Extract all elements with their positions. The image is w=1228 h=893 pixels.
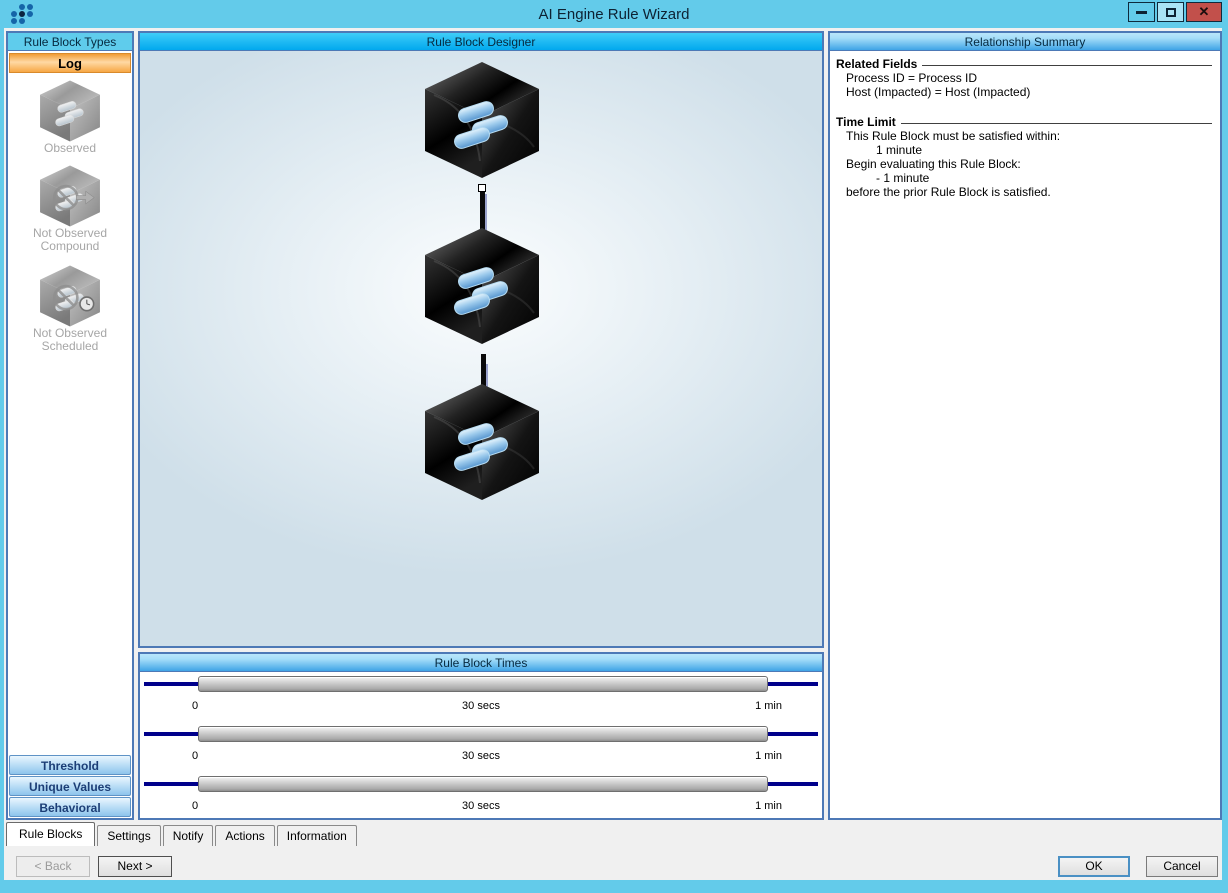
window-border-bottom bbox=[0, 880, 1228, 893]
rule-block-times-body: 0 30 secs 1 min 0 30 secs 1 min 0 30 sec… bbox=[140, 672, 822, 818]
relationship-summary-panel: Relationship Summary Related Fields Proc… bbox=[828, 31, 1222, 820]
section-divider bbox=[922, 65, 1212, 66]
slider-2-mid-label: 30 secs bbox=[140, 750, 822, 762]
back-button[interactable]: < Back bbox=[16, 856, 90, 877]
rule-block-type-not-observed-compound[interactable]: Not Observed Compound bbox=[33, 165, 107, 253]
rule-block-times-panel: Rule Block Times 0 30 secs 1 min 0 30 se… bbox=[138, 652, 824, 820]
slider-range-3[interactable] bbox=[198, 776, 768, 792]
relationship-summary-header: Relationship Summary bbox=[830, 33, 1220, 51]
close-button[interactable]: ✕ bbox=[1186, 2, 1222, 22]
slider-range-1[interactable] bbox=[198, 676, 768, 692]
category-unique-values-button[interactable]: Unique Values bbox=[9, 776, 131, 796]
clock-icon bbox=[80, 297, 94, 311]
time-limit-line: Begin evaluating this Rule Block: bbox=[836, 158, 1214, 171]
next-button[interactable]: Next > bbox=[98, 856, 172, 877]
slider-range-2[interactable] bbox=[198, 726, 768, 742]
rule-block-times-header: Rule Block Times bbox=[140, 654, 822, 672]
maximize-button[interactable] bbox=[1157, 2, 1184, 22]
time-limit-line: 1 minute bbox=[836, 144, 1214, 157]
rule-block-types-header: Rule Block Types bbox=[8, 33, 132, 51]
observed-cube-icon bbox=[38, 80, 102, 142]
minimize-button[interactable] bbox=[1128, 2, 1155, 22]
window-border-left bbox=[0, 28, 4, 880]
tab-information[interactable]: Information bbox=[277, 825, 357, 846]
minimize-icon bbox=[1136, 11, 1147, 14]
related-field-line: Process ID = Process ID bbox=[836, 72, 1214, 85]
maximize-icon bbox=[1166, 8, 1176, 17]
title-bar: AI Engine Rule Wizard ✕ bbox=[0, 0, 1228, 28]
category-buttons: Threshold Unique Values Behavioral bbox=[8, 754, 132, 818]
time-limit-title: Time Limit bbox=[836, 115, 896, 129]
time-limit-line: before the prior Rule Block is satisfied… bbox=[836, 186, 1214, 199]
rule-block-type-list: Observed Not Observed Compound Not Obser… bbox=[8, 75, 132, 353]
ok-button[interactable]: OK bbox=[1058, 856, 1130, 877]
rule-block-type-label2: Compound bbox=[41, 240, 100, 253]
related-field-line: Host (Impacted) = Host (Impacted) bbox=[836, 86, 1214, 99]
category-threshold-button[interactable]: Threshold bbox=[9, 755, 131, 775]
time-limit-line: - 1 minute bbox=[836, 172, 1214, 185]
slider-3-max-label: 1 min bbox=[755, 800, 782, 812]
relationship-summary-body: Related Fields Process ID = Process ID H… bbox=[830, 51, 1220, 204]
slider-1-mid-label: 30 secs bbox=[140, 700, 822, 712]
tab-notify[interactable]: Notify bbox=[163, 825, 214, 846]
rule-block-1[interactable] bbox=[422, 61, 542, 179]
rule-block-type-label: Observed bbox=[44, 142, 96, 155]
cancel-button[interactable]: Cancel bbox=[1146, 856, 1218, 877]
tab-actions[interactable]: Actions bbox=[215, 825, 274, 846]
window-border-right bbox=[1222, 28, 1228, 880]
tab-rule-blocks[interactable]: Rule Blocks bbox=[6, 822, 95, 846]
rule-block-type-observed[interactable]: Observed bbox=[38, 80, 102, 155]
not-observed-scheduled-icon bbox=[38, 265, 102, 327]
tab-settings[interactable]: Settings bbox=[97, 825, 160, 846]
close-icon: ✕ bbox=[1199, 4, 1210, 20]
rule-block-types-panel: Rule Block Types Log Observed Not Observ… bbox=[6, 31, 134, 820]
category-behavioral-button[interactable]: Behavioral bbox=[9, 797, 131, 817]
rule-block-2[interactable] bbox=[422, 227, 542, 345]
rule-block-designer-panel: Rule Block Designer bbox=[138, 31, 824, 648]
time-limit-line: This Rule Block must be satisfied within… bbox=[836, 130, 1214, 143]
connector-handle-top[interactable] bbox=[478, 184, 486, 192]
wizard-tab-strip: Rule Blocks Settings Notify Actions Info… bbox=[6, 822, 357, 846]
not-observed-compound-icon bbox=[38, 165, 102, 227]
designer-canvas[interactable] bbox=[140, 51, 822, 646]
related-fields-title: Related Fields bbox=[836, 57, 917, 71]
category-log-button[interactable]: Log bbox=[9, 53, 131, 73]
window-title: AI Engine Rule Wizard bbox=[0, 6, 1228, 23]
rule-block-designer-header: Rule Block Designer bbox=[140, 33, 822, 51]
section-divider bbox=[901, 123, 1212, 124]
rule-block-type-label2: Scheduled bbox=[42, 340, 99, 353]
slider-2-max-label: 1 min bbox=[755, 750, 782, 762]
rule-block-3[interactable] bbox=[422, 383, 542, 501]
slider-1-max-label: 1 min bbox=[755, 700, 782, 712]
rule-block-type-not-observed-scheduled[interactable]: Not Observed Scheduled bbox=[33, 265, 107, 353]
slider-3-mid-label: 30 secs bbox=[140, 800, 822, 812]
